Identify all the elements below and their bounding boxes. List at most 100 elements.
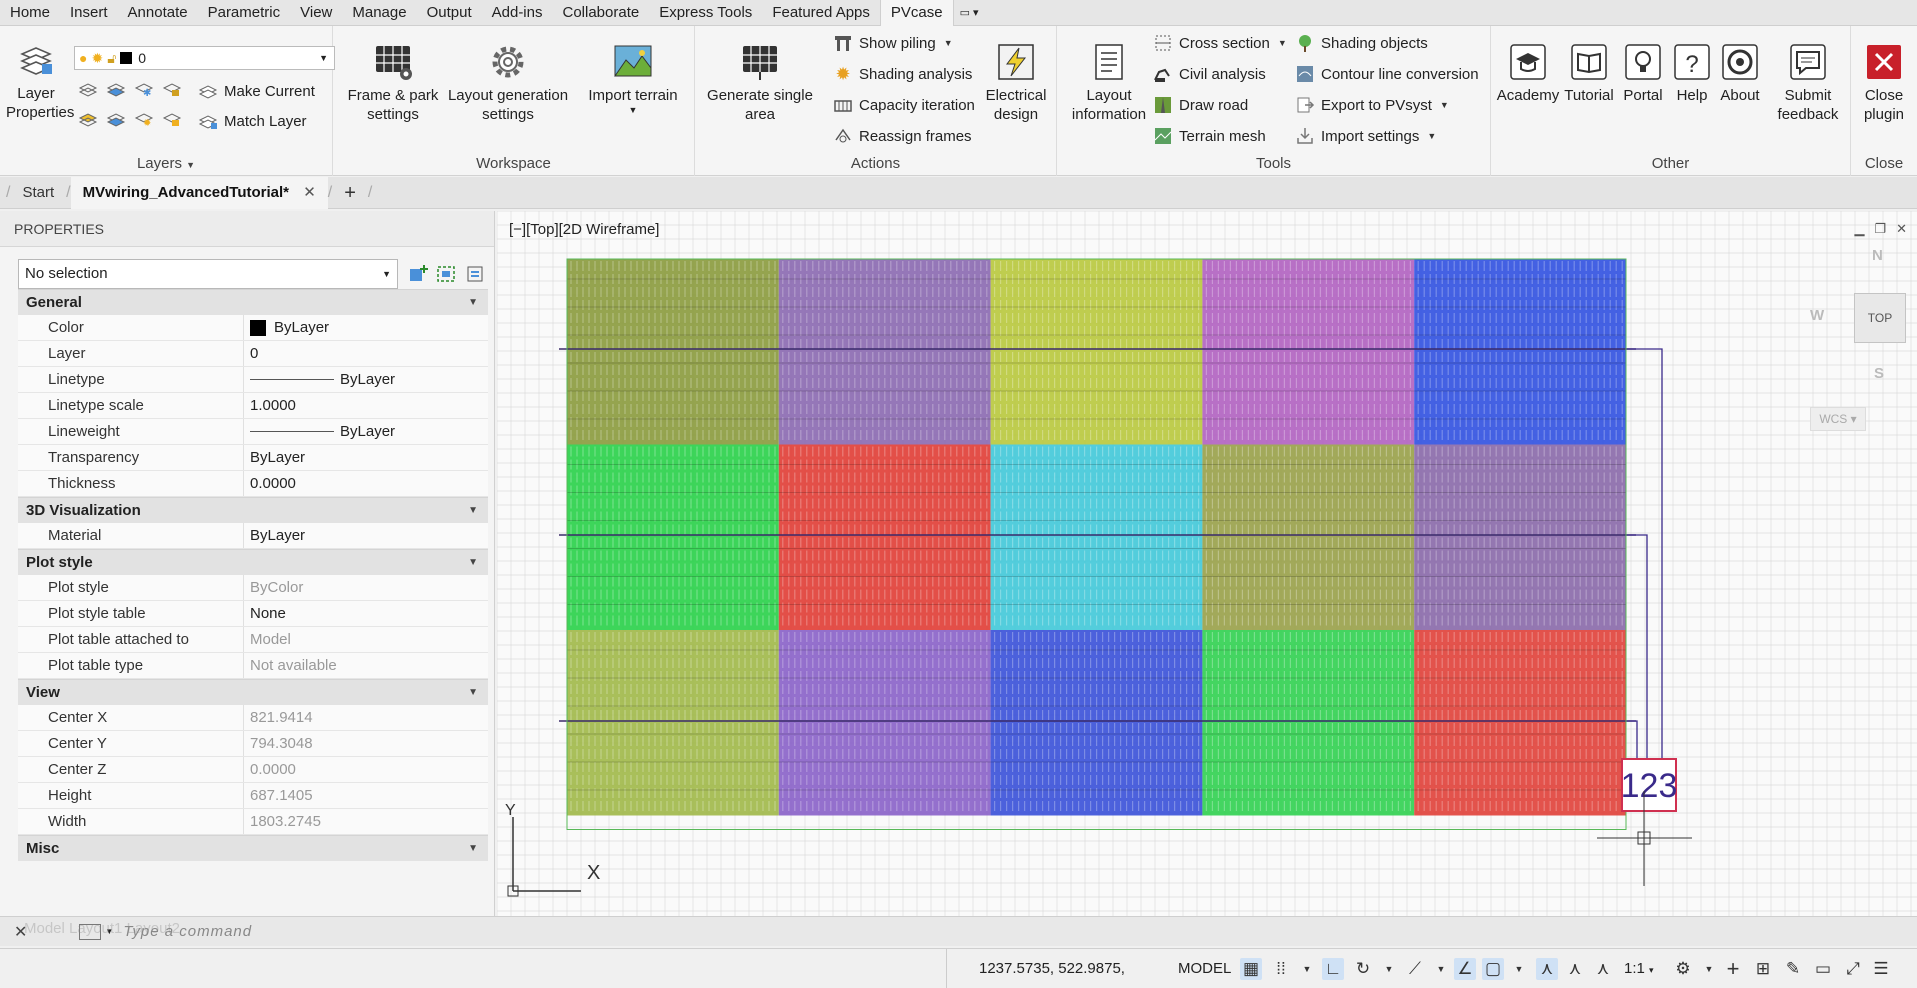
capacity-iteration-button[interactable]: Capacity iteration bbox=[833, 93, 975, 117]
layout-generation-settings-button[interactable]: Layout generation settings bbox=[443, 42, 573, 124]
wcs-menu[interactable]: WCS ▾ bbox=[1810, 407, 1866, 431]
drawing-canvas[interactable]: 123 X Y bbox=[497, 211, 1917, 916]
viewport-controls-label[interactable]: [−][Top][2D Wireframe] bbox=[509, 221, 659, 238]
property-row[interactable]: Linetype ByLayer bbox=[18, 367, 488, 393]
export-pvsyst-button[interactable]: Export to PVsyst ▼ bbox=[1295, 93, 1449, 117]
layout-information-button[interactable]: Layout information bbox=[1063, 42, 1155, 124]
chevron-down-icon[interactable]: ▼ bbox=[1698, 958, 1720, 980]
civil-analysis-button[interactable]: Civil analysis bbox=[1153, 62, 1266, 86]
section-header[interactable]: Misc ▼ bbox=[18, 835, 488, 861]
units-icon[interactable]: ⊞ bbox=[1752, 958, 1774, 980]
ribbon-options-dropdown[interactable]: ▭ ▾ bbox=[954, 0, 985, 26]
collapse-arrow-icon[interactable]: ▼ bbox=[468, 680, 478, 706]
contour-line-conversion-button[interactable]: Contour line conversion bbox=[1295, 62, 1479, 86]
tab-parametric[interactable]: Parametric bbox=[198, 0, 291, 26]
import-settings-button[interactable]: Import settings ▼ bbox=[1295, 124, 1436, 148]
grid-icon[interactable]: ▦ bbox=[1240, 958, 1262, 980]
layer-thaw-icon[interactable]: ✹ bbox=[134, 110, 154, 129]
graphics-performance-icon[interactable]: ▭ bbox=[1812, 958, 1834, 980]
tab-view[interactable]: View bbox=[290, 0, 342, 26]
snap-icon[interactable]: ⁞⁞ bbox=[1270, 958, 1292, 980]
annotation-scale-icon[interactable]: ⋏ bbox=[1592, 958, 1614, 980]
new-tab-button[interactable]: + bbox=[332, 177, 368, 209]
tab-pvcase[interactable]: PVcase bbox=[879, 0, 954, 26]
section-header[interactable]: Plot style ▼ bbox=[18, 549, 488, 575]
close-icon[interactable]: ✕ bbox=[303, 184, 316, 201]
tab-add-ins[interactable]: Add-ins bbox=[482, 0, 553, 26]
make-current-button[interactable]: Make Current bbox=[198, 79, 315, 103]
collapse-arrow-icon[interactable]: ▼ bbox=[468, 550, 478, 576]
academy-button[interactable]: Academy bbox=[1495, 42, 1561, 105]
viewcube[interactable]: N W E S TOP bbox=[1810, 247, 1917, 397]
viewcube-top-face[interactable]: TOP bbox=[1854, 293, 1906, 343]
property-row[interactable]: Plot style ByColor bbox=[18, 575, 488, 601]
object-snap-icon[interactable]: ▢ bbox=[1482, 958, 1504, 980]
layout-tabs[interactable]: Model Layout1 Layout2 bbox=[24, 920, 180, 937]
property-row[interactable]: Center Y 794.3048 bbox=[18, 731, 488, 757]
property-value[interactable]: ByLayer bbox=[244, 419, 488, 444]
shading-analysis-button[interactable]: ✹ Shading analysis bbox=[833, 62, 972, 86]
layers-group-title[interactable]: Layers ▼ bbox=[0, 154, 332, 174]
plus-icon[interactable]: + bbox=[1722, 956, 1744, 981]
ortho-icon[interactable]: ∟ bbox=[1322, 958, 1344, 980]
property-row[interactable]: Layer 0 bbox=[18, 341, 488, 367]
auto-scale-icon[interactable]: ⋏ bbox=[1564, 958, 1586, 980]
chevron-down-icon[interactable]: ▼ bbox=[1430, 958, 1452, 980]
property-value[interactable]: ByLayer bbox=[244, 445, 488, 470]
chevron-down-icon[interactable]: ▼ bbox=[1508, 958, 1530, 980]
collapse-arrow-icon[interactable]: ▼ bbox=[468, 836, 478, 862]
layer-dropdown[interactable]: ● ✹ 🔓︎ 0 ▼ bbox=[74, 46, 335, 70]
portal-button[interactable]: Portal bbox=[1617, 42, 1669, 105]
section-header[interactable]: General ▼ bbox=[18, 289, 488, 315]
property-row[interactable]: Thickness 0.0000 bbox=[18, 471, 488, 497]
tab-home[interactable]: Home bbox=[0, 0, 60, 26]
chevron-down-icon[interactable]: ▼ bbox=[1296, 958, 1318, 980]
property-value[interactable]: 0 bbox=[244, 341, 488, 366]
property-value[interactable]: 1.0000 bbox=[244, 393, 488, 418]
shading-objects-button[interactable]: Shading objects bbox=[1295, 31, 1428, 55]
toggle-pickadd-icon[interactable] bbox=[408, 263, 430, 285]
tutorial-button[interactable]: Tutorial bbox=[1561, 42, 1617, 105]
customization-menu-icon[interactable]: ☰ bbox=[1870, 958, 1892, 980]
property-row[interactable]: Width 1803.2745 bbox=[18, 809, 488, 835]
tab-insert[interactable]: Insert bbox=[60, 0, 118, 26]
layer-on-icon[interactable] bbox=[106, 110, 126, 128]
annotation-visibility-icon[interactable]: ⋏ bbox=[1536, 958, 1558, 980]
tab-featured-apps[interactable]: Featured Apps bbox=[762, 0, 880, 26]
start-tab[interactable]: Start bbox=[10, 177, 66, 209]
close-icon[interactable]: ✕ bbox=[1896, 221, 1907, 237]
quick-properties-icon[interactable]: ✎ bbox=[1782, 958, 1804, 980]
property-row[interactable]: Plot table attached to Model bbox=[18, 627, 488, 653]
chevron-down-icon[interactable]: ▼ bbox=[1378, 958, 1400, 980]
show-piling-button[interactable]: Show piling ▼ bbox=[833, 31, 953, 55]
layer-lock-icon[interactable] bbox=[162, 80, 182, 98]
property-value[interactable]: ByLayer bbox=[244, 523, 488, 548]
frame-park-settings-button[interactable]: Frame & park settings bbox=[343, 42, 443, 124]
property-row[interactable]: Lineweight ByLayer bbox=[18, 419, 488, 445]
property-value[interactable]: ByLayer bbox=[244, 315, 488, 340]
layer-freeze-icon[interactable]: ✱ bbox=[134, 80, 154, 99]
polar-icon[interactable]: ↻ bbox=[1352, 958, 1374, 980]
tab-annotate[interactable]: Annotate bbox=[118, 0, 198, 26]
coordinate-readout[interactable]: 1237.5735, 522.9875, 0.0000 bbox=[946, 949, 1164, 988]
layer-unisolate-icon[interactable] bbox=[78, 110, 98, 128]
property-row[interactable]: Height 687.1405 bbox=[18, 783, 488, 809]
terrain-mesh-button[interactable]: Terrain mesh bbox=[1153, 124, 1266, 148]
collapse-arrow-icon[interactable]: ▼ bbox=[468, 498, 478, 524]
layer-isolate-icon[interactable] bbox=[78, 80, 98, 98]
minimize-icon[interactable]: ▁ bbox=[1854, 221, 1864, 237]
select-objects-icon[interactable] bbox=[436, 263, 458, 285]
help-button[interactable]: ? Help bbox=[1669, 42, 1715, 105]
property-row[interactable]: Transparency ByLayer bbox=[18, 445, 488, 471]
restore-icon[interactable]: ❐ bbox=[1874, 221, 1886, 237]
isodraft-icon[interactable]: ⟋ bbox=[1404, 958, 1426, 980]
match-layer-button[interactable]: Match Layer bbox=[198, 109, 307, 133]
layer-properties-button[interactable]: Layer Properties bbox=[2, 40, 74, 122]
compass-west[interactable]: W bbox=[1810, 307, 1824, 324]
property-value[interactable]: 0.0000 bbox=[244, 471, 488, 496]
cross-section-button[interactable]: Cross section ▼ bbox=[1153, 31, 1287, 55]
submit-feedback-button[interactable]: Submit feedback bbox=[1767, 42, 1849, 124]
tab-output[interactable]: Output bbox=[417, 0, 482, 26]
property-row[interactable]: Plot table type Not available bbox=[18, 653, 488, 679]
compass-north[interactable]: N bbox=[1872, 247, 1883, 264]
